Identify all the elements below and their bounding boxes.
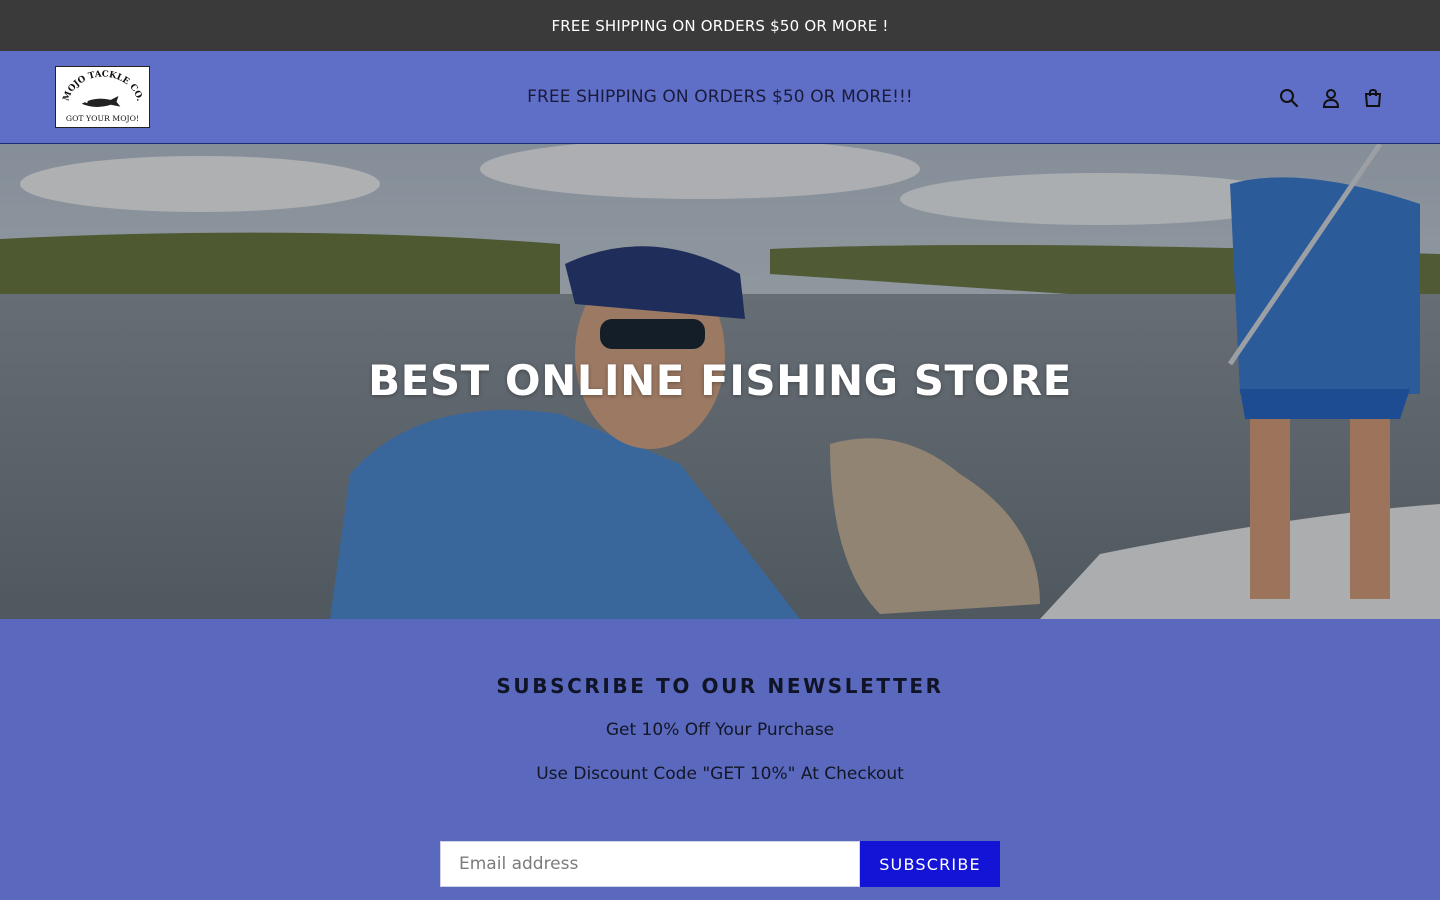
newsletter-section: SUBSCRIBE TO OUR NEWSLETTER Get 10% Off … bbox=[0, 619, 1440, 900]
header-message: FREE SHIPPING ON ORDERS $50 OR MORE!!! bbox=[527, 87, 913, 107]
account-icon[interactable] bbox=[1319, 85, 1343, 111]
subscribe-form: SUBSCRIBE bbox=[440, 841, 1000, 887]
newsletter-subtitle: Get 10% Off Your Purchase bbox=[605, 720, 835, 740]
cart-icon[interactable] bbox=[1361, 85, 1385, 111]
hero-title: BEST ONLINE FISHING STORE bbox=[368, 356, 1072, 405]
newsletter-discount-text: Use Discount Code "GET 10%" At Checkout bbox=[536, 764, 904, 784]
announcement-text: FREE SHIPPING ON ORDERS $50 OR MORE ! bbox=[551, 16, 889, 35]
email-input[interactable] bbox=[440, 841, 860, 887]
subscribe-button[interactable]: SUBSCRIBE bbox=[860, 841, 1000, 887]
newsletter-title: SUBSCRIBE TO OUR NEWSLETTER bbox=[496, 674, 944, 698]
header-icons bbox=[1277, 85, 1385, 111]
logo-bottom-text: GOT YOUR MOJO! bbox=[66, 114, 139, 123]
hero-banner: BEST ONLINE FISHING STORE bbox=[0, 144, 1440, 619]
search-icon[interactable] bbox=[1277, 85, 1301, 111]
announcement-bar: FREE SHIPPING ON ORDERS $50 OR MORE ! bbox=[0, 0, 1440, 51]
site-header: MOJO TACKLE CO. GOT YOUR MOJO! FREE SHIP… bbox=[0, 51, 1440, 144]
